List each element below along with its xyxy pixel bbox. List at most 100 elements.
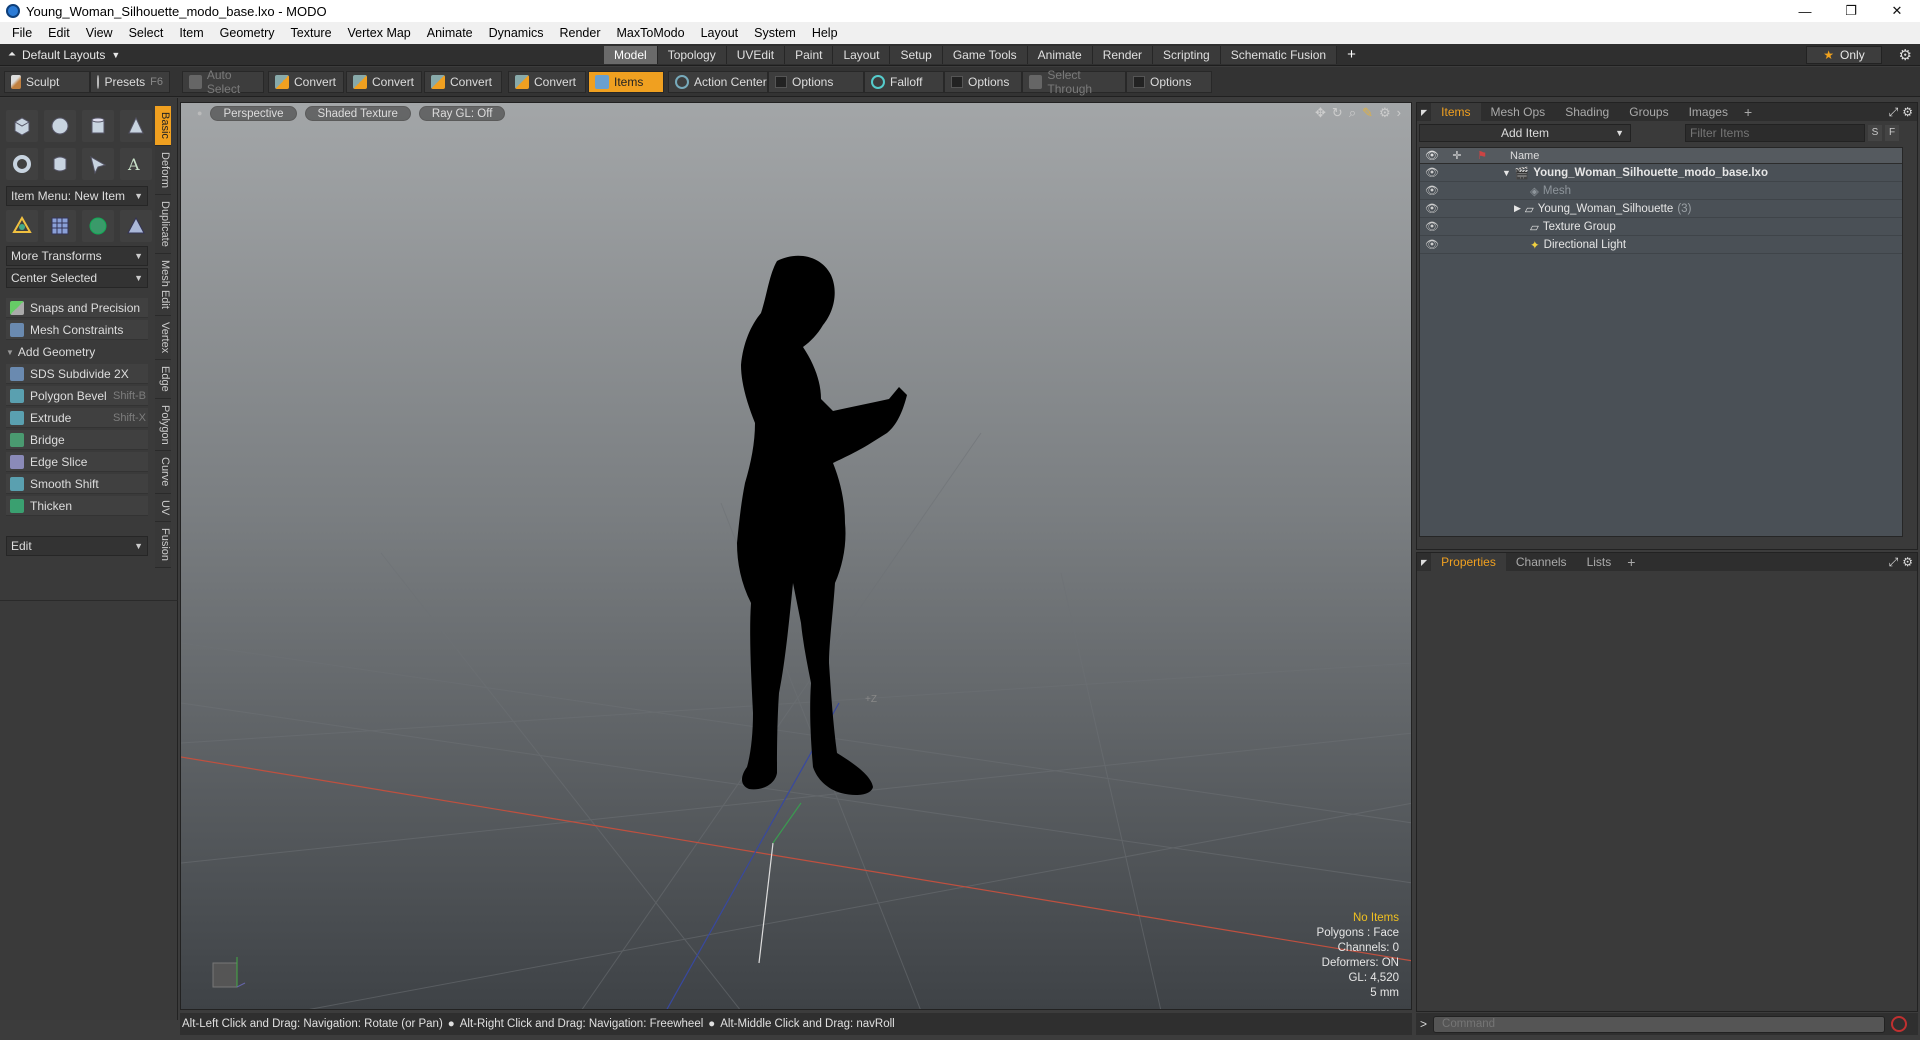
cylinder-primitive-icon[interactable] <box>82 110 114 142</box>
record-icon[interactable] <box>1891 1016 1908 1032</box>
convert-item-button[interactable]: Convert <box>508 71 586 93</box>
tab-setup[interactable]: Setup <box>890 46 943 64</box>
items-mode-button[interactable]: Items <box>588 71 664 93</box>
filter-items-input[interactable] <box>1685 124 1865 142</box>
tab-properties[interactable]: Properties <box>1431 553 1506 571</box>
add-item-dropdown[interactable]: Add Item ▼ <box>1419 124 1631 142</box>
rotate-icon[interactable]: ↻ <box>1332 105 1343 121</box>
tree-row-scene[interactable]: 👁 ▼ 🎬 Young_Woman_Silhouette_modo_base.l… <box>1420 164 1902 182</box>
sculpt-button[interactable]: Sculpt <box>4 71 90 93</box>
layout-selector[interactable]: ⏶ Default Layouts ▼ <box>0 48 200 62</box>
viewport-collapse-icon[interactable]: ● <box>197 108 202 118</box>
side-tab-polygon[interactable]: Polygon <box>155 398 171 452</box>
tab-items[interactable]: Items <box>1431 103 1481 121</box>
zoom-icon[interactable]: ⌕ <box>1349 105 1356 121</box>
panel-gear-icon[interactable]: ⚙ <box>1902 555 1917 569</box>
eye-icon[interactable]: 👁 <box>1420 202 1444 215</box>
pan-icon[interactable]: ✥ <box>1315 105 1326 121</box>
cube-primitive-icon[interactable] <box>6 110 38 142</box>
capsule-primitive-icon[interactable] <box>44 148 76 180</box>
eye-icon[interactable]: 👁 <box>1420 238 1444 251</box>
panel-gear-icon[interactable]: ⚙ <box>1902 105 1917 119</box>
gear-icon[interactable]: ⚙ <box>1899 46 1912 64</box>
center-selected-dropdown[interactable]: Center Selected ▼ <box>6 268 148 288</box>
polygon-bevel-button[interactable]: Polygon Bevel Shift-B <box>6 386 148 406</box>
tab-mesh-ops[interactable]: Mesh Ops <box>1481 103 1556 121</box>
side-tab-uv[interactable]: UV <box>155 493 171 523</box>
eye-icon[interactable]: 👁 <box>1420 184 1444 197</box>
command-input[interactable] <box>1433 1015 1886 1033</box>
menu-select[interactable]: Select <box>121 22 172 44</box>
tree-row-mesh[interactable]: 👁 ◈ Mesh <box>1420 182 1902 200</box>
tab-model[interactable]: Model <box>604 46 658 64</box>
expand-triangle-icon[interactable]: ▼ <box>1502 168 1511 178</box>
tree-row-texture-group[interactable]: 👁 ▱ Texture Group <box>1420 218 1902 236</box>
minimize-button[interactable]: — <box>1782 0 1828 22</box>
side-tab-deform[interactable]: Deform <box>155 145 171 195</box>
more-transforms-dropdown[interactable]: More Transforms ▼ <box>6 246 148 266</box>
panel-menu-icon[interactable]: ◤ <box>1417 108 1431 117</box>
transform-tool-icon[interactable] <box>6 210 38 242</box>
torus-primitive-icon[interactable] <box>6 148 38 180</box>
smooth-shift-button[interactable]: Smooth Shift <box>6 474 148 494</box>
tab-lists[interactable]: Lists <box>1577 553 1622 571</box>
presets-button[interactable]: Presets F6 <box>90 71 170 93</box>
action-center-options-button[interactable]: Options <box>768 71 864 93</box>
snaps-precision-button[interactable]: Snaps and Precision <box>6 298 148 318</box>
tab-schematic-fusion[interactable]: Schematic Fusion <box>1220 46 1338 64</box>
select-through-options-button[interactable]: Options <box>1126 71 1212 93</box>
select-through-button[interactable]: Select Through <box>1022 68 1126 96</box>
pen-tool-icon[interactable] <box>82 148 114 180</box>
action-center-button[interactable]: Action Center <box>668 71 768 93</box>
falloff-button[interactable]: Falloff <box>864 71 944 93</box>
3d-viewport[interactable]: +Z ● Perspective Shaded Texture Ray GL: … <box>180 102 1412 1010</box>
menu-item[interactable]: Item <box>171 22 211 44</box>
edge-slice-button[interactable]: Edge Slice <box>6 452 148 472</box>
side-tab-fusion[interactable]: Fusion <box>155 522 171 569</box>
tab-render[interactable]: Render <box>1092 46 1154 64</box>
raygl-button[interactable]: Ray GL: Off <box>418 105 506 121</box>
expand-triangle-icon[interactable]: ▶ <box>1514 203 1521 214</box>
tab-uvedit[interactable]: UVEdit <box>726 46 786 64</box>
eye-icon[interactable]: 👁 <box>1420 220 1444 233</box>
text-tool-icon[interactable]: A <box>120 148 152 180</box>
bridge-button[interactable]: Bridge <box>6 430 148 450</box>
tab-scripting[interactable]: Scripting <box>1153 46 1221 64</box>
side-tab-mesh-edit[interactable]: Mesh Edit <box>155 253 171 316</box>
menu-dynamics[interactable]: Dynamics <box>481 22 552 44</box>
sds-subdivide-button[interactable]: SDS Subdivide 2X <box>6 364 148 384</box>
panel-menu-icon[interactable]: ◤ <box>1417 558 1431 567</box>
s-filter-button[interactable]: S <box>1868 125 1882 141</box>
edit-dropdown[interactable]: Edit ▼ <box>6 536 148 556</box>
tab-groups[interactable]: Groups <box>1619 103 1678 121</box>
menu-texture[interactable]: Texture <box>283 22 340 44</box>
menu-system[interactable]: System <box>746 22 804 44</box>
menu-view[interactable]: View <box>78 22 121 44</box>
expand-icon[interactable]: ⤢ <box>1889 105 1903 120</box>
viewport-gear-icon[interactable]: ⚙ <box>1379 105 1391 121</box>
tree-row-silhouette[interactable]: 👁 ▶ ▱ Young_Woman_Silhouette (3) <box>1420 200 1902 218</box>
restore-button[interactable]: ❐ <box>1828 0 1874 22</box>
tab-images[interactable]: Images <box>1679 103 1738 121</box>
eye-icon[interactable]: 👁 <box>1420 166 1444 179</box>
convert-polygon-button[interactable]: Convert <box>424 71 502 93</box>
add-panel-tab-button[interactable]: + <box>1738 104 1758 120</box>
tree-row-directional-light[interactable]: 👁 ✦ Directional Light <box>1420 236 1902 254</box>
extrude-button[interactable]: Extrude Shift-X <box>6 408 148 428</box>
grid-tool-icon[interactable] <box>44 210 76 242</box>
menu-edit[interactable]: Edit <box>40 22 78 44</box>
mesh-constraints-button[interactable]: Mesh Constraints <box>6 320 148 340</box>
thicken-button[interactable]: Thicken <box>6 496 148 516</box>
options-checkbox[interactable] <box>951 76 963 88</box>
falloff-options-button[interactable]: Options <box>944 71 1022 93</box>
pyramid-tool-icon[interactable] <box>120 210 152 242</box>
paint-icon[interactable]: ✎ <box>1362 105 1373 121</box>
add-panel-tab-button[interactable]: + <box>1621 554 1641 570</box>
menu-geometry[interactable]: Geometry <box>212 22 283 44</box>
side-tab-curve[interactable]: Curve <box>155 451 171 494</box>
tab-paint[interactable]: Paint <box>785 46 834 64</box>
tab-channels[interactable]: Channels <box>1506 553 1577 571</box>
options-checkbox[interactable] <box>775 76 787 88</box>
side-tab-vertex[interactable]: Vertex <box>155 315 171 360</box>
name-column-header[interactable]: Name <box>1494 150 1539 162</box>
